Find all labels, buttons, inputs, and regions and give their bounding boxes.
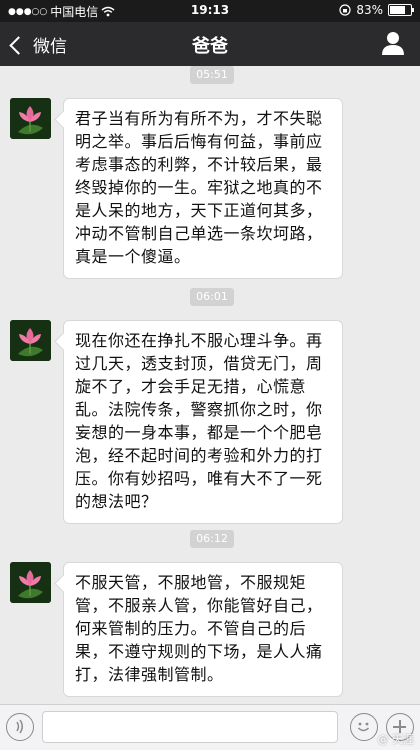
message-bubble[interactable]: 现在你还在挣扎不服心理斗争。再过几天，透支封顶，借贷无门，周旋不了，才会手足无措… bbox=[63, 320, 343, 524]
message-bubble[interactable]: 君子当有所为有所不为，才不失聪明之举。事后后悔有何益，事前应考虑事态的利弊，不计… bbox=[63, 98, 343, 279]
sender-avatar[interactable] bbox=[10, 562, 51, 603]
timestamp: 06:12 bbox=[190, 530, 234, 548]
lotus-avatar-icon bbox=[10, 562, 51, 603]
message-input[interactable] bbox=[42, 711, 338, 743]
timestamp: 05:51 bbox=[190, 66, 234, 84]
status-right: 83% bbox=[339, 3, 414, 17]
rotation-lock-icon bbox=[339, 4, 351, 16]
input-bar: @ 天涯 bbox=[0, 704, 420, 750]
voice-wave-icon bbox=[16, 719, 23, 734]
message-bubble[interactable]: 不服天管，不服地管，不服规矩管，不服亲人管，你能管好自己，何来管制的压力。不管自… bbox=[63, 562, 343, 697]
message-text: 不服天管，不服地管，不服规矩管，不服亲人管，你能管好自己，何来管制的压力。不管自… bbox=[75, 573, 323, 684]
lotus-avatar-icon bbox=[10, 98, 51, 139]
watermark: @ 天涯 bbox=[377, 733, 415, 746]
message-text: 现在你还在挣扎不服心理斗争。再过几天，透支封顶，借贷无门，周旋不了，才会手足无措… bbox=[75, 331, 323, 511]
timestamp: 06:01 bbox=[190, 288, 234, 306]
chat-title: 爸爸 bbox=[192, 36, 228, 57]
sender-avatar[interactable] bbox=[10, 320, 51, 361]
battery-percent: 83% bbox=[356, 3, 383, 17]
chat-area[interactable]: 05:51 君子当有所为有所不为，才不失聪明之举。事后后悔有何益，事前应考虑事态… bbox=[0, 66, 420, 704]
battery-icon bbox=[388, 4, 414, 16]
battery-fill bbox=[390, 6, 405, 14]
status-bar: ●●●○○ 中国电信 19:13 83% bbox=[0, 0, 420, 22]
sender-avatar[interactable] bbox=[10, 98, 51, 139]
smile-icon bbox=[357, 722, 370, 732]
emoji-icon[interactable] bbox=[350, 713, 378, 741]
nav-bar: 微信 爸爸 bbox=[0, 22, 420, 66]
lotus-avatar-icon bbox=[10, 320, 51, 361]
voice-icon[interactable] bbox=[6, 713, 34, 741]
person-icon[interactable] bbox=[380, 30, 406, 56]
message-text: 君子当有所为有所不为，才不失聪明之举。事后后悔有何益，事前应考虑事态的利弊，不计… bbox=[75, 109, 323, 266]
